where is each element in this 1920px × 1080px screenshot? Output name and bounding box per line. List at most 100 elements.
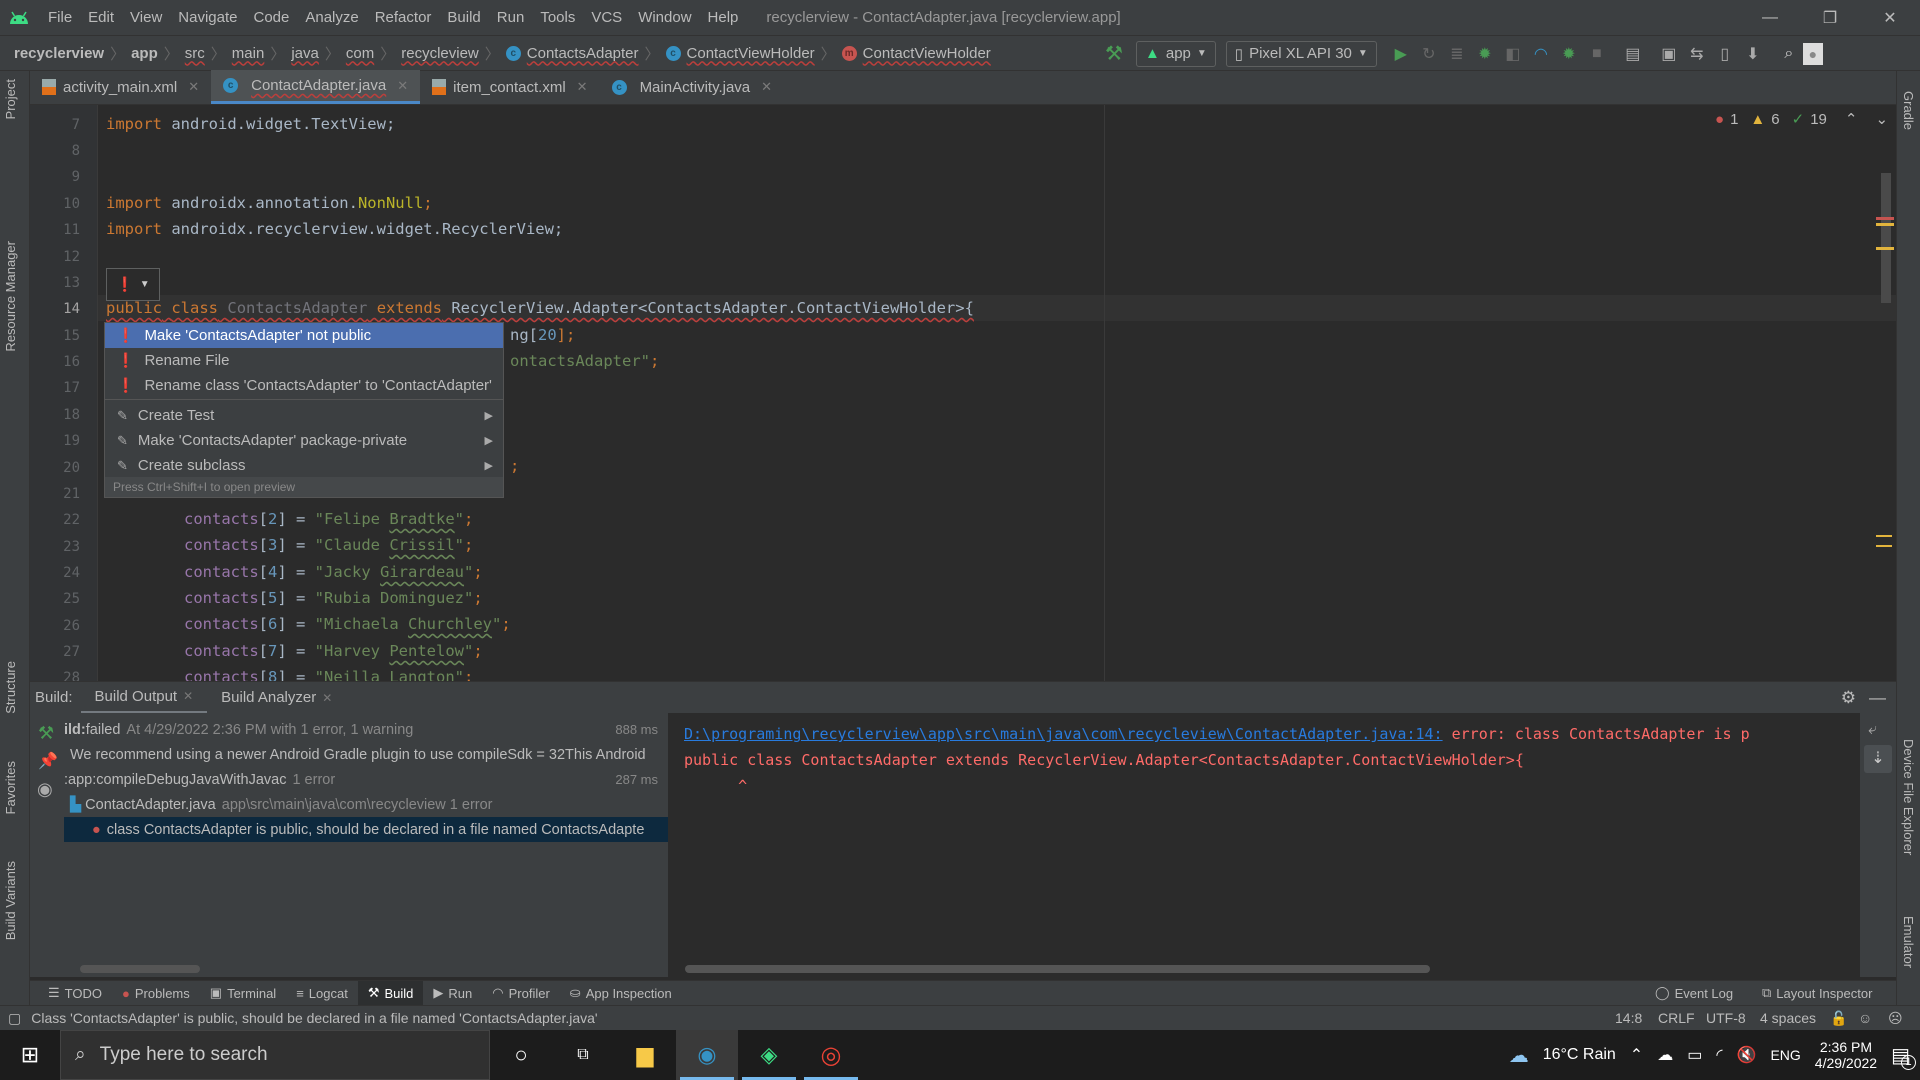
search-icon[interactable]: ⌕ [1775, 40, 1803, 68]
task-view-icon[interactable]: ⧉ [552, 1030, 614, 1080]
breadcrumb-item[interactable]: main [232, 45, 265, 62]
previous-highlight-icon[interactable]: ⌃ [1845, 110, 1858, 128]
tool-tab-run[interactable]: ▶ Run [423, 981, 482, 1006]
lock-icon[interactable]: 🔓 [1830, 1010, 1847, 1027]
tool-tab-layout-inspector[interactable]: ⧉ Layout Inspector [1752, 981, 1882, 1006]
menu-build[interactable]: Build [439, 0, 488, 36]
eye-icon[interactable]: ◉ [37, 779, 53, 800]
tool-tab-terminal[interactable]: ▣ Terminal [200, 981, 286, 1006]
line-separator[interactable]: CRLF [1658, 1010, 1695, 1026]
editor-scrollbar[interactable] [1881, 173, 1891, 303]
smile-feedback-icon[interactable]: ☺ [1858, 1010, 1872, 1026]
tab-item-contact[interactable]: item_contact.xml ✕ [420, 70, 599, 104]
device-manager-icon[interactable]: ▣ [1655, 40, 1683, 68]
menu-edit[interactable]: Edit [80, 0, 122, 36]
taskbar-search[interactable]: ⌕ Type here to search [60, 1030, 490, 1080]
menu-file[interactable]: File [40, 0, 80, 36]
close-icon[interactable]: ✕ [188, 79, 199, 95]
menu-window[interactable]: Window [630, 0, 699, 36]
battery-icon[interactable]: ▭ [1687, 1045, 1702, 1065]
tool-resource-manager[interactable]: Resource Manager [3, 241, 18, 352]
stop-icon[interactable]: ■ [1583, 40, 1611, 68]
intention-package-private[interactable]: ✎ Make 'ContactsAdapter' package-private ▶ [105, 428, 503, 453]
cortana-icon[interactable]: ○ [490, 1030, 552, 1080]
inspection-widget[interactable]: ● 1 ▲ 6 ✓ 19 ⌃ ⌄ [1715, 110, 1888, 129]
tool-tab-todo[interactable]: ☰ TODO [38, 981, 112, 1006]
tab-build-output[interactable]: Build Output ✕ [80, 682, 208, 714]
fix-rename-class[interactable]: ❗ Rename class 'ContactsAdapter' to 'Cont… [105, 373, 503, 398]
android-studio-taskbar-icon[interactable]: ◉ [676, 1030, 738, 1080]
show-hidden-icons-icon[interactable]: ⌃ [1630, 1045, 1643, 1065]
tool-tab-problems[interactable]: ● Problems [112, 981, 200, 1006]
tab-contact-adapter[interactable]: c ContactAdapter.java ✕ [211, 70, 421, 104]
tree-horizontal-scrollbar[interactable] [80, 965, 200, 973]
windows-start-icon[interactable]: ⊞ [0, 1030, 60, 1080]
next-highlight-icon[interactable]: ⌄ [1875, 110, 1888, 128]
debug-icon[interactable]: ✹ [1471, 40, 1499, 68]
avd-manager-icon[interactable]: ▯ [1711, 40, 1739, 68]
tool-structure[interactable]: Structure [3, 661, 18, 714]
error-file-link[interactable]: D:\programing\recyclerview\app\src\main\… [684, 725, 1443, 743]
chrome-icon[interactable]: ◎ [800, 1030, 862, 1080]
breadcrumb-item[interactable]: app [131, 45, 158, 62]
clock[interactable]: 2:36 PM 4/29/2022 [1815, 1039, 1877, 1071]
run-icon[interactable]: ▶ [1387, 40, 1415, 68]
onedrive-icon[interactable]: ☁ [1657, 1045, 1673, 1065]
sdk-manager-icon[interactable]: ⬇ [1739, 40, 1767, 68]
emulator-taskbar-icon[interactable]: ◈ [738, 1030, 800, 1080]
tab-build-analyzer[interactable]: Build Analyzer ✕ [207, 682, 346, 714]
quick-fix-bulb-button[interactable]: ❗ ▼ [106, 268, 160, 301]
apply-changes-icon[interactable]: ↻ [1415, 40, 1443, 68]
sync-gradle-icon[interactable]: ⇆ [1683, 40, 1711, 68]
tool-emulator[interactable]: Emulator [1901, 916, 1916, 968]
menu-help[interactable]: Help [700, 0, 747, 36]
restore-button[interactable]: ❐ [1800, 0, 1860, 36]
menu-view[interactable]: View [122, 0, 170, 36]
tree-row[interactable]: ild: failed At 4/29/2022 2:36 PM with 1 e… [64, 717, 668, 742]
menu-code[interactable]: Code [245, 0, 297, 36]
menu-refactor[interactable]: Refactor [367, 0, 440, 36]
menu-tools[interactable]: Tools [532, 0, 583, 36]
tree-row-selected[interactable]: ● class ContactsAdapter is public, should… [64, 817, 668, 842]
make-project-hammer-icon[interactable]: ⚒ [1100, 40, 1128, 68]
hammer-icon[interactable]: ⚒ [38, 723, 54, 744]
pin-icon[interactable]: 📌 [38, 751, 58, 771]
breadcrumb-item[interactable]: src [185, 45, 205, 62]
account-avatar[interactable]: ● [1802, 42, 1823, 65]
error-stripe-marker[interactable] [1876, 217, 1894, 220]
breadcrumb-item[interactable]: c ContactViewHolder [665, 45, 815, 62]
tree-row[interactable]: We recommend using a newer Android Gradl… [64, 742, 668, 767]
menu-navigate[interactable]: Navigate [170, 0, 245, 36]
breadcrumb-item[interactable]: java [291, 45, 319, 62]
weather-rain-icon[interactable]: ☁ [1509, 1043, 1529, 1068]
warning-stripe-marker[interactable] [1876, 223, 1894, 226]
breadcrumb-item[interactable]: recyclerview [14, 45, 104, 62]
language-indicator[interactable]: ENG [1770, 1047, 1800, 1063]
scroll-to-end-icon[interactable]: ⇣ [1864, 745, 1892, 773]
wifi-icon[interactable]: ◜ [1716, 1045, 1722, 1065]
close-icon[interactable]: ✕ [761, 79, 772, 95]
gear-icon[interactable]: ⚙ [1841, 688, 1856, 708]
file-explorer-icon[interactable]: ▆ [614, 1030, 676, 1080]
soft-wrap-icon[interactable]: ⤶ [1868, 721, 1877, 739]
tool-tab-build[interactable]: ⚒ Build [357, 980, 424, 1006]
tool-tab-event-log[interactable]: ◯ Event Log [1645, 981, 1743, 1006]
close-icon[interactable]: ✕ [183, 689, 193, 703]
run-config-select[interactable]: ▲ app ▼ [1136, 40, 1216, 67]
build-console[interactable]: D:\programing\recyclerview\app\src\main\… [668, 713, 1860, 977]
frown-feedback-icon[interactable]: ☹ [1888, 1010, 1903, 1027]
weather-text[interactable]: 16°C Rain [1543, 1046, 1616, 1064]
status-message[interactable]: Class 'ContactsAdapter' is public, shoul… [31, 1010, 597, 1026]
project-structure-icon[interactable]: ▤ [1619, 40, 1647, 68]
tool-gradle[interactable]: Gradle [1901, 91, 1916, 130]
tool-build-variants[interactable]: Build Variants [3, 861, 18, 940]
close-icon[interactable]: ✕ [322, 691, 332, 705]
minimize-button[interactable]: — [1740, 0, 1800, 36]
tool-tab-profiler[interactable]: ◠ Profiler [482, 981, 560, 1006]
breadcrumb-item[interactable]: m ContactViewHolder [841, 45, 991, 62]
tool-device-file-explorer[interactable]: Device File Explorer [1901, 739, 1916, 855]
tool-tab-app-inspection[interactable]: ⛀ App Inspection [560, 981, 682, 1006]
intention-create-test[interactable]: ✎ Create Test ▶ [105, 403, 503, 428]
fix-rename-file[interactable]: ❗ Rename File [105, 348, 503, 373]
intention-create-subclass[interactable]: ✎ Create subclass ▶ [105, 453, 503, 478]
